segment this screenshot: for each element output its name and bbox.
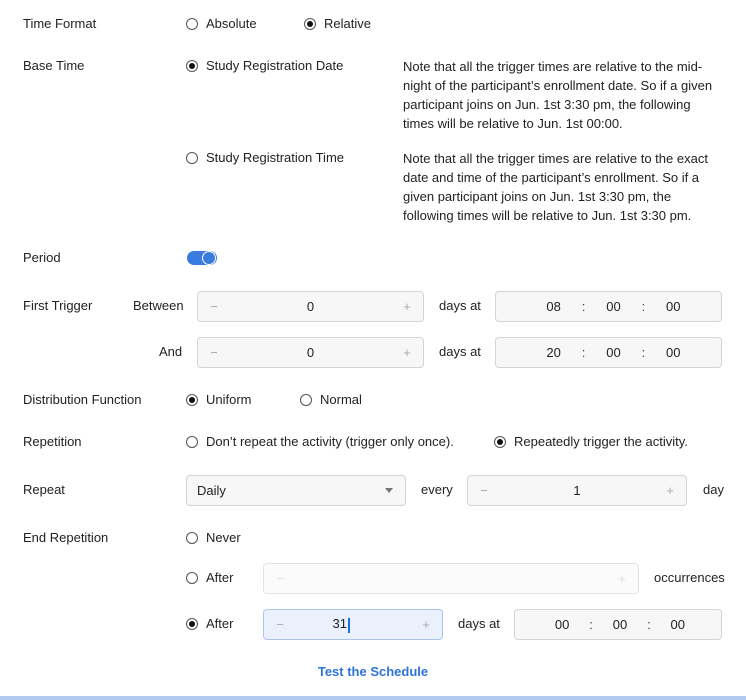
radio-label: After bbox=[206, 616, 234, 631]
dropdown-arrow-icon bbox=[385, 488, 393, 493]
base-time-label: Base Time bbox=[23, 58, 85, 73]
base-time-registration-time-radio[interactable]: Study Registration Time bbox=[186, 150, 344, 166]
day-unit-label: day bbox=[703, 482, 724, 497]
radio-checked-icon bbox=[304, 18, 316, 30]
minute-field[interactable]: 00 bbox=[606, 345, 620, 360]
bottom-divider bbox=[0, 696, 746, 700]
hour-field[interactable]: 08 bbox=[546, 299, 560, 314]
test-schedule-link[interactable]: Test the Schedule bbox=[0, 664, 746, 679]
radio-label: Never bbox=[206, 530, 241, 545]
radio-label: Don’t repeat the activity (trigger only … bbox=[206, 434, 454, 449]
second-field[interactable]: 00 bbox=[671, 617, 685, 632]
hour-field[interactable]: 00 bbox=[555, 617, 569, 632]
text-cursor bbox=[348, 617, 350, 633]
repetition-repeat-radio[interactable]: Repeatedly trigger the activity. bbox=[494, 434, 688, 450]
radio-label: Uniform bbox=[206, 392, 252, 407]
registration-date-note: Note that all the trigger times are rela… bbox=[403, 59, 713, 131]
radio-label: Repeatedly trigger the activity. bbox=[514, 434, 688, 449]
distribution-uniform-radio[interactable]: Uniform bbox=[186, 392, 252, 408]
second-field[interactable]: 00 bbox=[666, 299, 680, 314]
stepper-value[interactable]: 1 bbox=[490, 483, 664, 498]
time-separator: : bbox=[581, 299, 586, 314]
time-separator: : bbox=[589, 617, 593, 632]
minus-icon[interactable]: − bbox=[208, 299, 220, 314]
days-at-label: days at bbox=[458, 616, 500, 631]
end-after-days-radio[interactable]: After bbox=[186, 616, 233, 632]
radio-checked-icon bbox=[186, 60, 198, 72]
period-toggle[interactable] bbox=[187, 251, 217, 265]
radio-unchecked-icon bbox=[186, 532, 198, 544]
repetition-once-radio[interactable]: Don’t repeat the activity (trigger only … bbox=[186, 434, 454, 450]
repeat-frequency-select[interactable]: Daily bbox=[186, 475, 406, 506]
stepper-value[interactable]: 0 bbox=[220, 299, 401, 314]
minute-field[interactable]: 00 bbox=[613, 617, 627, 632]
time-format-label: Time Format bbox=[23, 16, 97, 31]
radio-unchecked-icon bbox=[186, 18, 198, 30]
radio-unchecked-icon bbox=[186, 572, 198, 584]
end-time-input[interactable]: 00 : 00 : 00 bbox=[514, 609, 722, 640]
end-after-occurrences-radio[interactable]: After bbox=[186, 570, 233, 586]
between-label: Between bbox=[133, 298, 184, 313]
time-separator: : bbox=[581, 345, 586, 360]
first-trigger-between-days-stepper[interactable]: − 0 + bbox=[197, 291, 424, 322]
radio-checked-icon bbox=[494, 436, 506, 448]
end-after-days-stepper[interactable]: − 31 + bbox=[263, 609, 443, 640]
minute-field[interactable]: 00 bbox=[606, 299, 620, 314]
first-trigger-and-days-stepper[interactable]: − 0 + bbox=[197, 337, 424, 368]
first-trigger-label: First Trigger bbox=[23, 298, 93, 313]
select-value: Daily bbox=[197, 483, 226, 498]
days-at-label: days at bbox=[439, 298, 481, 313]
minus-icon[interactable]: − bbox=[478, 483, 490, 498]
repetition-label: Repetition bbox=[23, 434, 82, 449]
time-separator: : bbox=[647, 617, 651, 632]
radio-checked-icon bbox=[186, 618, 198, 630]
end-repetition-label: End Repetition bbox=[23, 530, 109, 545]
plus-icon[interactable]: + bbox=[420, 617, 432, 632]
base-time-registration-date-radio[interactable]: Study Registration Date bbox=[186, 58, 343, 74]
first-trigger-between-time-input[interactable]: 08 : 00 : 00 bbox=[495, 291, 722, 322]
minus-icon[interactable]: − bbox=[274, 571, 286, 586]
distribution-normal-radio[interactable]: Normal bbox=[300, 392, 362, 408]
days-at-label: days at bbox=[439, 344, 481, 359]
radio-unchecked-icon bbox=[186, 436, 198, 448]
time-format-absolute-radio[interactable]: Absolute bbox=[186, 16, 257, 32]
and-label: And bbox=[159, 344, 183, 359]
radio-checked-icon bbox=[186, 394, 198, 406]
radio-label: Study Registration Date bbox=[206, 58, 344, 73]
repeat-every-stepper[interactable]: − 1 + bbox=[467, 475, 687, 506]
radio-unchecked-icon bbox=[300, 394, 312, 406]
occurrences-label: occurrences bbox=[654, 570, 725, 585]
distribution-function-label: Distribution Function bbox=[23, 392, 142, 407]
time-separator: : bbox=[641, 345, 646, 360]
every-label: every bbox=[421, 482, 453, 497]
stepper-value[interactable]: 31 bbox=[286, 616, 420, 633]
plus-icon[interactable]: + bbox=[616, 571, 628, 586]
end-never-radio[interactable]: Never bbox=[186, 530, 241, 546]
period-label: Period bbox=[23, 250, 61, 265]
first-trigger-and-time-input[interactable]: 20 : 00 : 00 bbox=[495, 337, 722, 368]
second-field[interactable]: 00 bbox=[666, 345, 680, 360]
repeat-label: Repeat bbox=[23, 482, 65, 497]
occurrences-stepper[interactable]: − + bbox=[263, 563, 639, 594]
stepper-value-text: 31 bbox=[332, 616, 347, 632]
radio-label: Study Registration Time bbox=[206, 150, 345, 165]
registration-time-note: Note that all the trigger times are rela… bbox=[403, 151, 708, 223]
radio-label: Normal bbox=[320, 392, 362, 407]
radio-unchecked-icon bbox=[186, 152, 198, 164]
stepper-value[interactable]: 0 bbox=[220, 345, 401, 360]
time-separator: : bbox=[641, 299, 646, 314]
plus-icon[interactable]: + bbox=[664, 483, 676, 498]
minus-icon[interactable]: − bbox=[274, 617, 286, 632]
radio-label: Relative bbox=[324, 16, 371, 31]
minus-icon[interactable]: − bbox=[208, 345, 220, 360]
radio-label: After bbox=[206, 570, 234, 585]
toggle-knob bbox=[202, 251, 216, 265]
plus-icon[interactable]: + bbox=[401, 299, 413, 314]
time-format-relative-radio[interactable]: Relative bbox=[304, 16, 371, 32]
plus-icon[interactable]: + bbox=[401, 345, 413, 360]
hour-field[interactable]: 20 bbox=[546, 345, 560, 360]
radio-label: Absolute bbox=[206, 16, 257, 31]
